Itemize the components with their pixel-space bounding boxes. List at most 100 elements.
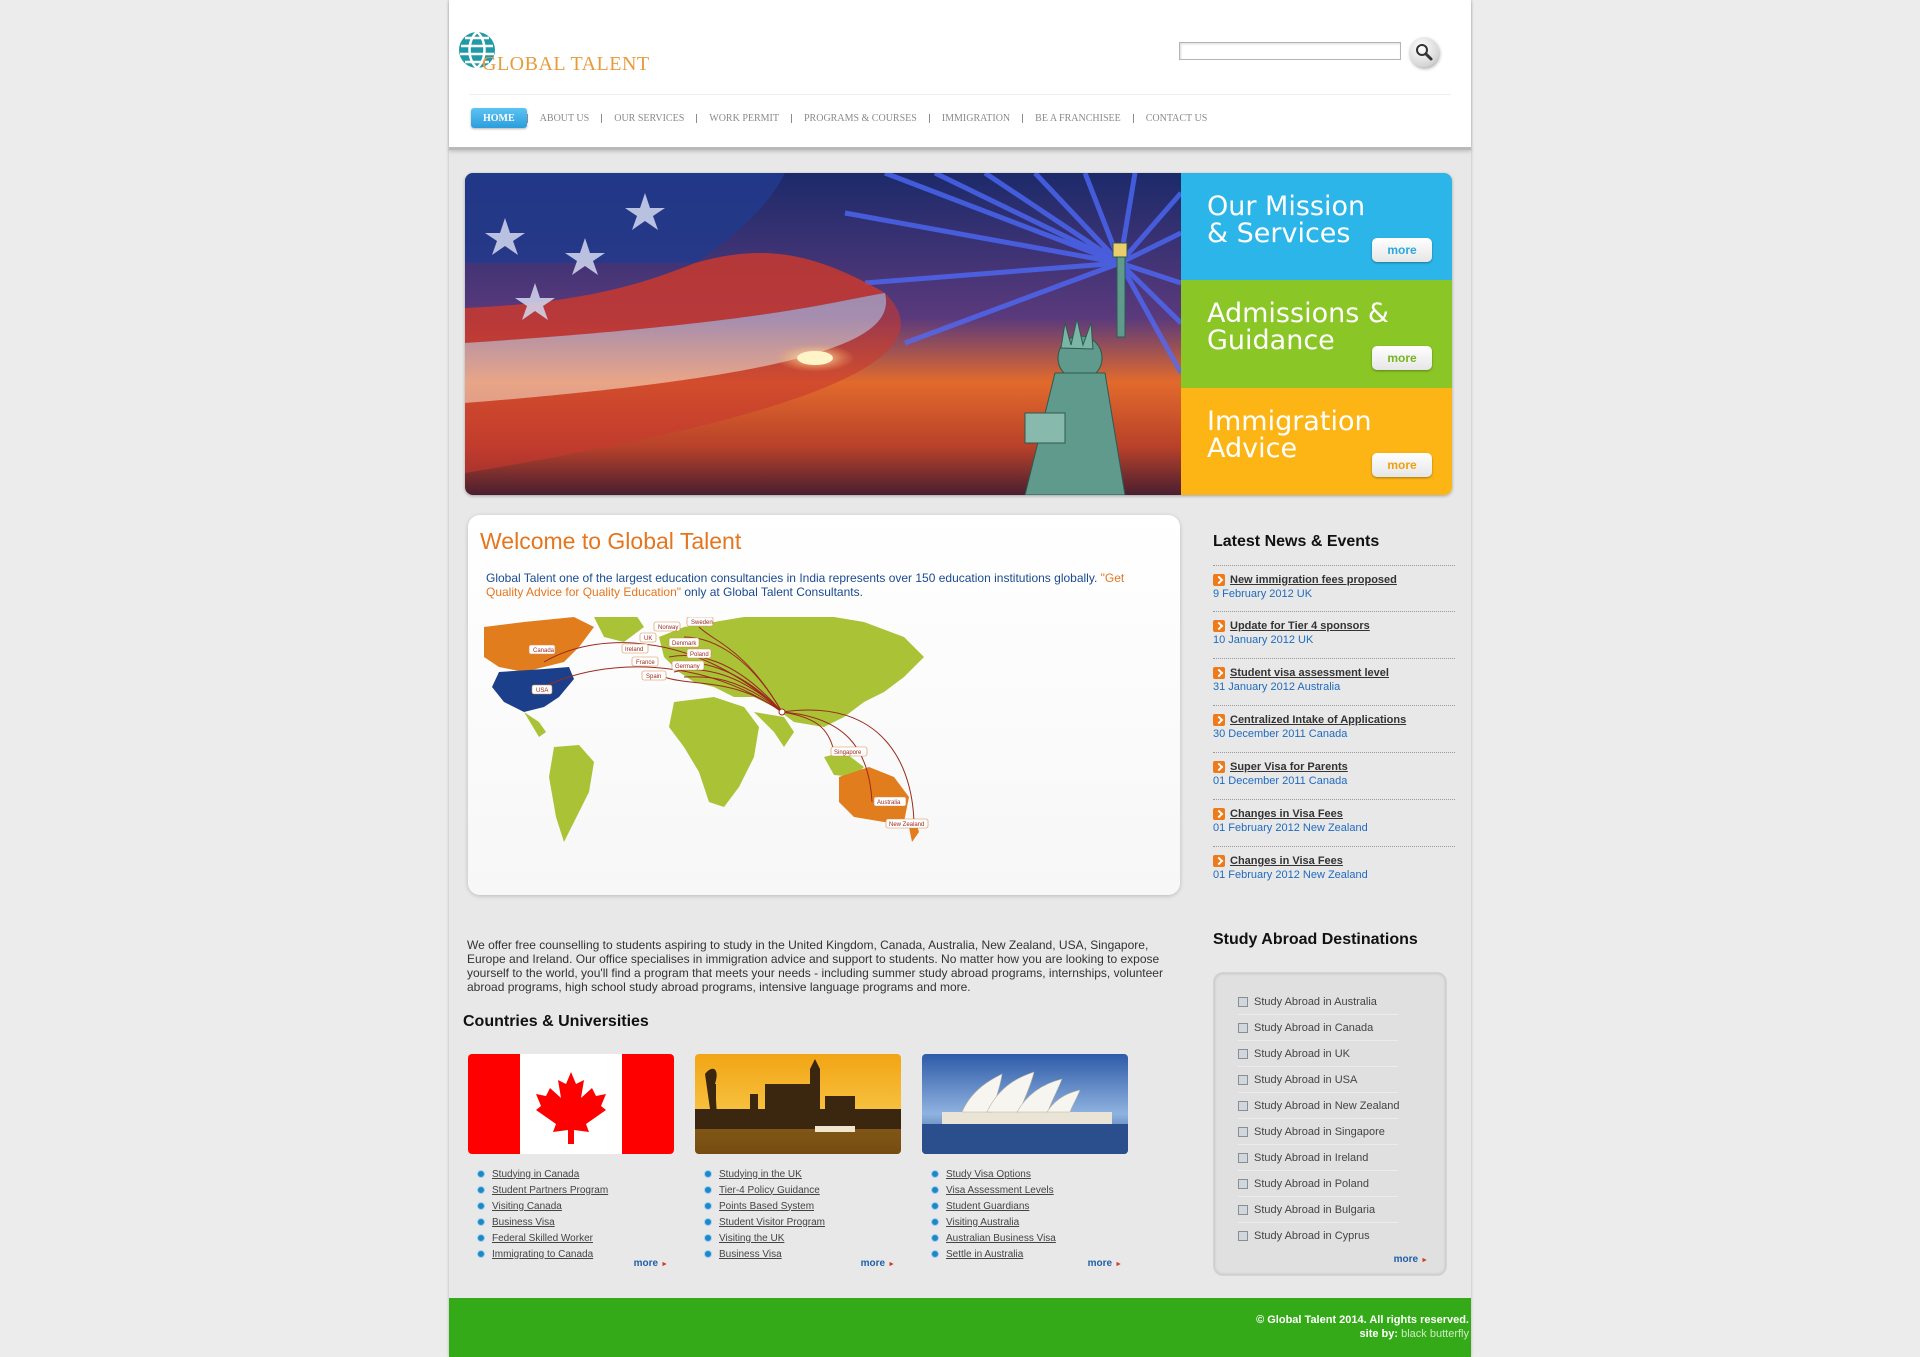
arrow-icon xyxy=(1213,574,1225,586)
site-header: GLOBAL TALENT HOME ABOUT US OUR SERVICES… xyxy=(449,0,1471,150)
link-settle-in-australia[interactable]: Settle in Australia xyxy=(946,1249,1023,1260)
more-label: more xyxy=(1393,1254,1419,1265)
square-bullet-icon xyxy=(1238,1048,1248,1059)
link-federal-skilled-worker[interactable]: Federal Skilled Worker xyxy=(492,1233,593,1244)
link-study-visa-options[interactable]: Study Visa Options xyxy=(946,1169,1031,1180)
link-study-abroad-singapore[interactable]: Study Abroad in Singapore xyxy=(1254,1126,1385,1138)
countries-universities-heading: Countries & Universities xyxy=(463,1013,649,1030)
link-list: Studying in the UK Tier-4 Policy Guidanc… xyxy=(695,1166,901,1262)
more-link[interactable]: more ► xyxy=(634,1258,668,1269)
map-label-canada: Canada xyxy=(533,648,555,654)
news-item: Super Visa for Parents 01 December 2011 … xyxy=(1213,753,1455,800)
link-study-abroad-new-zealand[interactable]: Study Abroad in New Zealand xyxy=(1254,1100,1400,1112)
list-item: Visa Assessment Levels xyxy=(931,1182,1128,1198)
promo-mission-services[interactable]: Our Mission & Services more xyxy=(1181,173,1452,280)
more-button[interactable]: more xyxy=(1372,346,1432,370)
square-bullet-icon xyxy=(1238,1204,1248,1215)
more-label: more xyxy=(1087,1258,1113,1269)
news-title-link[interactable]: Changes in Visa Fees xyxy=(1230,855,1343,867)
map-label-ireland: Ireland xyxy=(625,647,643,653)
more-link[interactable]: more ► xyxy=(1394,1254,1428,1265)
nav-item-work-permit[interactable]: WORK PERMIT xyxy=(697,113,791,124)
arrow-icon xyxy=(1213,620,1225,632)
nav-item-home[interactable]: HOME xyxy=(471,108,527,128)
nav-item-our-services[interactable]: OUR SERVICES xyxy=(602,113,696,124)
bullet-icon xyxy=(704,1202,712,1210)
more-link[interactable]: more ► xyxy=(861,1258,895,1269)
link-immigrating-to-canada[interactable]: Immigrating to Canada xyxy=(492,1249,593,1260)
nav-item-programs-courses[interactable]: PROGRAMS & COURSES xyxy=(792,113,929,124)
more-label: more xyxy=(633,1258,659,1269)
map-label-norway: Norway xyxy=(658,625,678,631)
map-label-singapore: Singapore xyxy=(834,750,862,756)
link-study-abroad-canada[interactable]: Study Abroad in Canada xyxy=(1254,1022,1373,1034)
bullet-icon xyxy=(931,1218,939,1226)
news-title-link[interactable]: Super Visa for Parents xyxy=(1230,761,1348,773)
news-meta: 30 December 2011 Canada xyxy=(1213,728,1348,740)
link-study-abroad-australia[interactable]: Study Abroad in Australia xyxy=(1254,996,1377,1008)
nav-item-be-a-franchisee[interactable]: BE A FRANCHISEE xyxy=(1023,113,1133,124)
link-business-visa[interactable]: Business Visa xyxy=(719,1249,782,1260)
more-button[interactable]: more xyxy=(1372,453,1432,477)
statue-of-liberty-flag-image xyxy=(465,173,1181,495)
more-link[interactable]: more ► xyxy=(1088,1258,1122,1269)
country-card-canada: Studying in Canada Student Partners Prog… xyxy=(468,1054,674,1269)
more-button[interactable]: more xyxy=(1372,238,1432,262)
news-title-link[interactable]: Changes in Visa Fees xyxy=(1230,808,1343,820)
news-meta: 01 February 2012 New Zealand xyxy=(1213,869,1368,881)
search-input[interactable] xyxy=(1179,42,1401,60)
news-title-link[interactable]: Update for Tier 4 sponsors xyxy=(1230,620,1370,632)
map-label-spain: Spain xyxy=(646,674,661,680)
sydney-opera-house-image[interactable] xyxy=(922,1054,1128,1154)
nav-item-contact-us[interactable]: CONTACT US xyxy=(1134,113,1220,124)
link-student-partners-program[interactable]: Student Partners Program xyxy=(492,1185,608,1196)
link-visiting-canada[interactable]: Visiting Canada xyxy=(492,1201,562,1212)
link-study-abroad-poland[interactable]: Study Abroad in Poland xyxy=(1254,1178,1369,1190)
search-button[interactable] xyxy=(1409,37,1439,67)
nav-item-about-us[interactable]: ABOUT US xyxy=(528,113,602,124)
news-item: Centralized Intake of Applications 30 De… xyxy=(1213,706,1455,753)
copyright-text: © Global Talent 2014. All rights reserve… xyxy=(1256,1314,1469,1326)
link-australian-business-visa[interactable]: Australian Business Visa xyxy=(946,1233,1056,1244)
link-student-visitor-program[interactable]: Student Visitor Program xyxy=(719,1217,825,1228)
link-study-abroad-usa[interactable]: Study Abroad in USA xyxy=(1254,1074,1357,1086)
news-title-link[interactable]: Student visa assessment level xyxy=(1230,667,1389,679)
credit-link[interactable]: black butterfly xyxy=(1401,1328,1469,1340)
london-skyline-image[interactable] xyxy=(695,1054,901,1154)
link-visiting-australia[interactable]: Visiting Australia xyxy=(946,1217,1019,1228)
promo-admissions-guidance[interactable]: Admissions & Guidance more xyxy=(1181,280,1452,388)
link-list: Studying in Canada Student Partners Prog… xyxy=(468,1166,674,1262)
nav-item-immigration[interactable]: IMMIGRATION xyxy=(930,113,1022,124)
link-study-abroad-uk[interactable]: Study Abroad in UK xyxy=(1254,1048,1350,1060)
link-visiting-the-uk[interactable]: Visiting the UK xyxy=(719,1233,784,1244)
link-study-abroad-ireland[interactable]: Study Abroad in Ireland xyxy=(1254,1152,1368,1164)
map-label-sweden: Sweden xyxy=(691,620,713,626)
link-points-based-system[interactable]: Points Based System xyxy=(719,1201,814,1212)
list-item: Study Abroad in UK xyxy=(1238,1041,1398,1067)
link-studying-in-canada[interactable]: Studying in Canada xyxy=(492,1169,579,1180)
link-study-abroad-cyprus[interactable]: Study Abroad in Cyprus xyxy=(1254,1230,1370,1242)
promo-immigration-advice[interactable]: Immigration Advice more xyxy=(1181,388,1452,495)
bullet-icon xyxy=(704,1218,712,1226)
news-item: Changes in Visa Fees 01 February 2012 Ne… xyxy=(1213,847,1455,894)
news-item: New immigration fees proposed 9 February… xyxy=(1213,565,1455,612)
news-title-link[interactable]: New immigration fees proposed xyxy=(1230,574,1397,586)
map-label-france: France xyxy=(636,660,655,666)
square-bullet-icon xyxy=(1238,1152,1248,1163)
destinations-list: Study Abroad in Australia Study Abroad i… xyxy=(1214,973,1446,1248)
canada-flag-image[interactable] xyxy=(468,1054,674,1154)
link-tier-4-policy-guidance[interactable]: Tier-4 Policy Guidance xyxy=(719,1185,820,1196)
link-visa-assessment-levels[interactable]: Visa Assessment Levels xyxy=(946,1185,1054,1196)
main-nav: HOME ABOUT US OUR SERVICES WORK PERMIT P… xyxy=(471,106,1219,130)
bullet-icon xyxy=(931,1250,939,1258)
country-card-australia: Study Visa Options Visa Assessment Level… xyxy=(922,1054,1128,1269)
link-student-guardians[interactable]: Student Guardians xyxy=(946,1201,1029,1212)
logo[interactable]: GLOBAL TALENT xyxy=(457,28,667,80)
news-title-link[interactable]: Centralized Intake of Applications xyxy=(1230,714,1406,726)
link-studying-in-the-uk[interactable]: Studying in the UK xyxy=(719,1169,802,1180)
square-bullet-icon xyxy=(1238,996,1248,1007)
link-study-abroad-bulgaria[interactable]: Study Abroad in Bulgaria xyxy=(1254,1204,1375,1216)
list-item: Study Abroad in Ireland xyxy=(1238,1145,1398,1171)
link-business-visa[interactable]: Business Visa xyxy=(492,1217,555,1228)
news-list: New immigration fees proposed 9 February… xyxy=(1213,565,1455,894)
